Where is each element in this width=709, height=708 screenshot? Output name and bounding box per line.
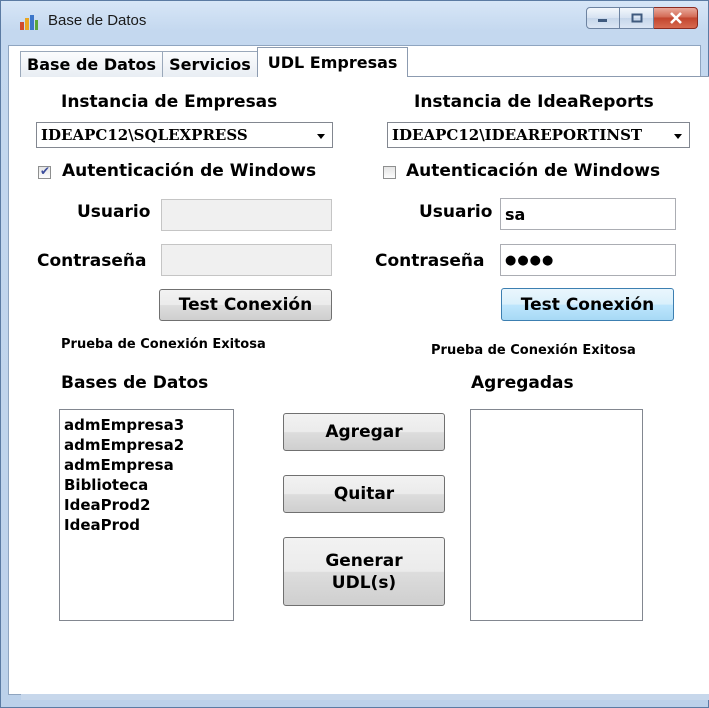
right-password-value: ●●●● <box>505 253 555 268</box>
added-listbox[interactable] <box>470 409 643 621</box>
left-connection-status: Prueba de Conexión Exitosa <box>61 337 266 352</box>
left-password-label: Contraseña <box>37 251 147 271</box>
added-label: Agregadas <box>471 373 574 393</box>
databases-label: Bases de Datos <box>61 373 209 393</box>
left-test-connection-button[interactable]: Test Conexión <box>159 289 332 321</box>
list-item[interactable]: admEmpresa3 <box>60 415 233 435</box>
tab-udl-empresas[interactable]: UDL Empresas <box>256 47 409 77</box>
list-item[interactable]: admEmpresa <box>60 455 233 475</box>
right-instance-dropdown[interactable]: IDEAPC12\IDEAREPORTINST <box>387 122 690 148</box>
left-windows-auth-checkbox[interactable]: ✔ <box>38 164 51 179</box>
left-instance-heading: Instancia de Empresas <box>61 92 278 112</box>
right-user-label: Usuario <box>419 202 493 222</box>
maximize-icon <box>631 13 642 23</box>
list-item[interactable]: admEmpresa2 <box>60 435 233 455</box>
generate-udl-button[interactable]: Generar UDL(s) <box>283 537 445 606</box>
right-windows-auth-label: Autenticación de Windows <box>406 161 661 181</box>
generate-udl-line2: UDL(s) <box>331 572 397 593</box>
bottom-border <box>21 694 709 700</box>
remove-button[interactable]: Quitar <box>283 475 445 513</box>
right-user-field[interactable]: sa <box>500 198 676 230</box>
right-password-label: Contraseña <box>375 251 485 271</box>
list-item[interactable]: Biblioteca <box>60 475 233 495</box>
minimize-button[interactable] <box>586 7 620 29</box>
left-user-field[interactable] <box>161 199 332 231</box>
right-test-connection-button[interactable]: Test Conexión <box>501 288 674 321</box>
right-user-value: sa <box>505 205 526 224</box>
databases-listbox[interactable]: admEmpresa3 admEmpresa2 admEmpresa Bibli… <box>59 409 234 621</box>
caption-buttons <box>586 7 698 29</box>
database-app-icon <box>20 15 38 30</box>
tab-servicios[interactable]: Servicios <box>162 51 258 77</box>
checkmark-icon: ✔ <box>40 164 51 178</box>
right-instance-value: IDEAPC12\IDEAREPORTINST <box>392 126 643 144</box>
title-bar[interactable]: Base de Datos <box>1 1 708 45</box>
chevron-down-icon <box>674 134 682 139</box>
right-instance-heading: Instancia de IdeaReports <box>414 92 654 112</box>
right-windows-auth-checkbox[interactable] <box>383 166 396 179</box>
list-item[interactable]: IdeaProd <box>60 515 233 535</box>
left-instance-value: IDEAPC12\SQLEXPRESS <box>41 126 248 144</box>
left-password-field[interactable] <box>161 244 332 276</box>
right-password-field[interactable]: ●●●● <box>500 244 676 276</box>
chevron-down-icon <box>317 134 325 139</box>
left-instance-dropdown[interactable]: IDEAPC12\SQLEXPRESS <box>36 122 333 148</box>
list-item[interactable]: IdeaProd2 <box>60 495 233 515</box>
left-windows-auth-label: Autenticación de Windows <box>62 161 317 181</box>
close-icon <box>669 12 682 24</box>
tab-strip: Base de Datos Servicios UDL Empresas <box>20 47 409 77</box>
close-button[interactable] <box>654 7 698 29</box>
add-button[interactable]: Agregar <box>283 413 445 451</box>
minimize-icon <box>598 19 607 22</box>
left-user-label: Usuario <box>77 202 151 222</box>
maximize-button[interactable] <box>620 7 654 29</box>
generate-udl-line1: Generar <box>325 550 403 571</box>
right-connection-status: Prueba de Conexión Exitosa <box>431 343 636 358</box>
tab-base-de-datos[interactable]: Base de Datos <box>20 51 164 77</box>
window-title: Base de Datos <box>48 12 147 29</box>
